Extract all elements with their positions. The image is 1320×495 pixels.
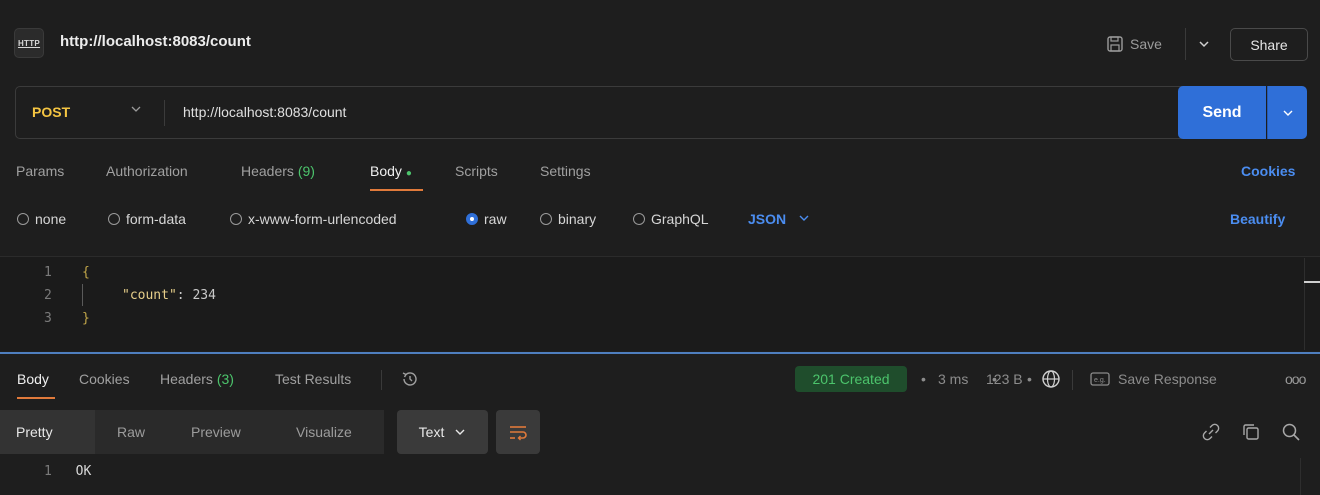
view-mode-raw[interactable]: Raw: [117, 424, 145, 440]
response-time[interactable]: 3 ms: [938, 371, 968, 387]
body-type-label: GraphQL: [651, 211, 709, 227]
body-type-label: none: [35, 211, 67, 227]
save-button[interactable]: Save: [1106, 28, 1184, 60]
separator-dot: •: [1027, 371, 1032, 387]
separator-dot: •: [921, 371, 926, 387]
wrap-lines-button[interactable]: [496, 410, 540, 454]
body-type-none[interactable]: none: [17, 211, 66, 227]
response-tab-cookies[interactable]: Cookies: [79, 371, 130, 387]
method-chevron-down-icon[interactable]: [130, 103, 142, 118]
radio-icon: [540, 213, 552, 225]
save-response-button[interactable]: e.g. Save Response: [1090, 371, 1217, 387]
response-format-select[interactable]: Text: [397, 410, 488, 454]
tab-body-label: Body: [370, 163, 402, 179]
line-number: 3: [44, 311, 52, 326]
response-active-tab-underline: [17, 397, 55, 399]
http-request-icon: HTTP: [14, 28, 44, 58]
format-select[interactable]: JSON: [748, 211, 810, 227]
history-icon[interactable]: [399, 368, 421, 390]
more-options-icon[interactable]: ooo: [1285, 371, 1306, 387]
url-input[interactable]: http://localhost:8083/count: [183, 104, 346, 120]
cookies-link[interactable]: Cookies: [1241, 163, 1295, 179]
body-type-urlencoded[interactable]: x-www-form-urlencoded: [230, 211, 397, 227]
save-response-label: Save Response: [1118, 371, 1217, 387]
example-icon: e.g.: [1090, 372, 1110, 386]
editor-scrollbar[interactable]: [1304, 258, 1305, 350]
divider: [1072, 370, 1073, 390]
body-type-label: raw: [484, 211, 507, 227]
format-label: JSON: [748, 211, 787, 227]
indent-guide: [82, 284, 83, 306]
active-tab-underline: [370, 189, 423, 191]
response-size[interactable]: 123 B: [986, 371, 1023, 387]
body-type-raw[interactable]: raw: [466, 211, 507, 227]
code-line: "count": 234: [122, 288, 216, 303]
radio-icon: [230, 213, 242, 225]
code-close-brace: }: [82, 311, 90, 326]
tab-headers-label: Headers: [241, 163, 294, 179]
tab-headers[interactable]: Headers (9): [241, 163, 315, 179]
pane-splitter[interactable]: [0, 352, 1320, 354]
response-scrollbar[interactable]: [1300, 458, 1301, 495]
view-mode-visualize[interactable]: Visualize: [296, 424, 352, 440]
view-mode-pretty[interactable]: Pretty: [16, 424, 53, 440]
tab-scripts[interactable]: Scripts: [455, 163, 498, 179]
radio-icon: [633, 213, 645, 225]
share-button[interactable]: Share: [1230, 28, 1308, 61]
link-icon[interactable]: [1200, 421, 1222, 443]
chevron-down-icon: [455, 429, 465, 435]
chevron-down-icon: [799, 215, 809, 221]
response-headers-count: (3): [216, 371, 234, 387]
line-number: 1: [44, 464, 52, 479]
svg-text:e.g.: e.g.: [1094, 377, 1106, 384]
headers-count: (9): [297, 163, 315, 179]
body-type-label: x-www-form-urlencoded: [248, 211, 397, 227]
globe-icon[interactable]: [1040, 368, 1062, 390]
body-type-form-data[interactable]: form-data: [108, 211, 186, 227]
response-tab-body[interactable]: Body: [17, 371, 49, 387]
tab-body[interactable]: Body ●: [370, 163, 412, 179]
json-key: "count": [122, 288, 177, 303]
body-type-binary[interactable]: binary: [540, 211, 596, 227]
tab-settings[interactable]: Settings: [540, 163, 591, 179]
method-select[interactable]: POST: [32, 104, 70, 120]
url-divider: [164, 100, 165, 126]
response-format-label: Text: [418, 424, 445, 440]
scroll-position-marker: [1304, 281, 1320, 283]
copy-icon[interactable]: [1240, 421, 1262, 443]
save-label: Save: [1130, 36, 1162, 52]
save-icon: [1107, 36, 1123, 52]
radio-icon: [108, 213, 120, 225]
line-number: 1: [44, 265, 52, 280]
beautify-link[interactable]: Beautify: [1230, 211, 1285, 227]
line-number: 2: [44, 288, 52, 303]
search-icon[interactable]: [1280, 421, 1302, 443]
response-tab-headers-label: Headers: [160, 371, 213, 387]
response-content: OK: [75, 464, 92, 479]
tab-authorization[interactable]: Authorization: [106, 163, 188, 179]
wrap-lines-icon: [510, 426, 527, 441]
response-tab-test-results[interactable]: Test Results: [275, 371, 351, 387]
radio-selected-icon: [466, 213, 478, 225]
view-mode-preview[interactable]: Preview: [191, 424, 241, 440]
radio-icon: [17, 213, 29, 225]
divider: [381, 370, 382, 390]
request-title[interactable]: http://localhost:8083/count: [60, 33, 251, 50]
body-type-graphql[interactable]: GraphQL: [633, 211, 709, 227]
body-type-label: form-data: [126, 211, 186, 227]
send-button[interactable]: Send: [1178, 86, 1266, 139]
save-options-chevron-icon[interactable]: [1185, 28, 1222, 60]
tab-params[interactable]: Params: [16, 163, 64, 179]
response-body-line[interactable]: 1 OK: [44, 464, 91, 479]
response-tab-headers[interactable]: Headers (3): [160, 371, 234, 387]
json-value: 234: [192, 288, 216, 303]
request-body-editor[interactable]: [0, 256, 1320, 351]
send-options-chevron-icon[interactable]: [1267, 86, 1307, 139]
status-badge[interactable]: 201 Created: [795, 366, 907, 392]
json-colon: :: [176, 288, 193, 303]
body-type-label: binary: [558, 211, 597, 227]
body-indicator-dot: ●: [405, 168, 412, 179]
code-open-brace: {: [82, 265, 90, 280]
